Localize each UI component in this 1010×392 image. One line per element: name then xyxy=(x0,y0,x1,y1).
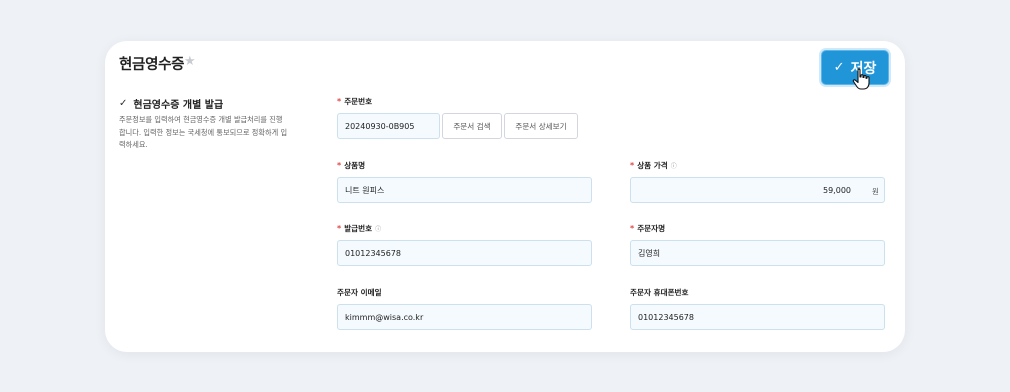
favorite-star-icon[interactable]: ★ xyxy=(184,54,196,69)
price-unit: 원 xyxy=(872,187,879,196)
product-price-input[interactable]: 59,000 xyxy=(630,177,885,203)
orderer-email-label: 주문자 이메일 xyxy=(337,288,382,297)
required-icon: * xyxy=(630,224,635,233)
hand-pointer-cursor-icon xyxy=(852,68,870,90)
orderer-name-input[interactable]: 김영희 xyxy=(630,240,885,266)
check-icon: ✓ xyxy=(119,98,128,109)
orderer-name-label: * 주문자명 xyxy=(630,224,666,233)
order-number-input[interactable]: 20240930-0B905 xyxy=(337,113,440,139)
product-name-input[interactable]: 니트 원피스 xyxy=(337,177,592,203)
orderer-phone-input[interactable]: 01012345678 xyxy=(630,304,885,330)
page-title: 현금영수증 xyxy=(119,57,185,73)
orderer-phone-label: 주문자 휴대폰번호 xyxy=(630,288,689,297)
order-search-button[interactable]: 주문서 검색 xyxy=(442,113,502,139)
info-icon[interactable]: ⓘ xyxy=(375,224,381,233)
required-icon: * xyxy=(630,161,635,170)
check-icon: ✓ xyxy=(833,60,845,75)
section-title: ✓ 현금영수증 개별 발급 xyxy=(119,96,223,111)
product-name-label: * 상품명 xyxy=(337,161,366,170)
receipt-card: 현금영수증 ★ ✓ 저장 ✓ 현금영수증 개별 발급 주문정보를 입력하여 현금… xyxy=(105,41,905,352)
order-detail-button[interactable]: 주문서 상세보기 xyxy=(504,113,578,139)
info-icon[interactable]: ⓘ xyxy=(671,161,677,170)
issue-number-label: * 발급번호 ⓘ xyxy=(337,224,382,233)
section-title-text: 현금영수증 개별 발급 xyxy=(133,100,224,111)
order-number-label: * 주문번호 xyxy=(337,97,373,106)
section-description: 주문정보를 입력하여 현금영수증 개별 발급처리를 진행합니다. 입력한 정보는… xyxy=(119,115,288,149)
required-icon: * xyxy=(337,97,342,106)
required-icon: * xyxy=(337,161,342,170)
issue-number-input[interactable]: 01012345678 xyxy=(337,240,592,266)
product-price-label: * 상품 가격 ⓘ xyxy=(630,161,677,170)
required-icon: * xyxy=(337,224,342,233)
orderer-email-input[interactable]: kimmm@wisa.co.kr xyxy=(337,304,592,330)
